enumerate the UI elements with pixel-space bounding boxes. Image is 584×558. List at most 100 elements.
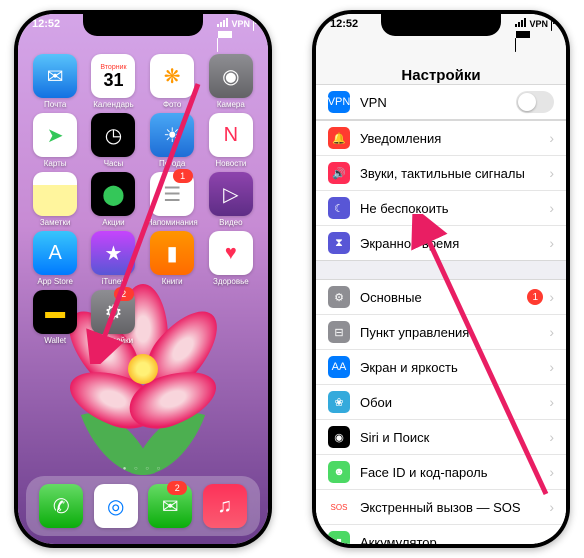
- app-Новости[interactable]: NНовости: [206, 113, 256, 168]
- app-label: Новости: [215, 159, 246, 168]
- chevron-right-icon: ›: [549, 499, 554, 515]
- settings-row[interactable]: 🔊Звуки, тактильные сигналы›: [316, 156, 566, 191]
- app-Календарь[interactable]: Вторник31Календарь: [88, 54, 138, 109]
- app-icon: [33, 172, 77, 216]
- app-Карты[interactable]: ➤ Карты: [30, 113, 80, 168]
- chevron-right-icon: ›: [549, 200, 554, 216]
- app-icon: ★: [91, 231, 135, 275]
- row-icon: ❀: [328, 391, 350, 413]
- row-label: Обои: [360, 395, 549, 410]
- app-Книги[interactable]: ▮Книги: [147, 231, 198, 286]
- chevron-right-icon: ›: [549, 464, 554, 480]
- row-label: Звуки, тактильные сигналы: [360, 166, 549, 181]
- app-label: Погода: [159, 159, 185, 168]
- row-badge: 1: [527, 289, 543, 305]
- row-icon: ◉: [328, 426, 350, 448]
- row-label: VPN: [360, 95, 516, 110]
- app-icon: ✉: [33, 54, 77, 98]
- app-Фото[interactable]: ❋ Фото: [147, 54, 198, 109]
- dock-badge: 2: [167, 481, 187, 495]
- row-label: Уведомления: [360, 131, 549, 146]
- app-Камера[interactable]: ◉Камера: [206, 54, 256, 109]
- dock-phone[interactable]: ✆: [39, 484, 83, 528]
- app-Напоминания[interactable]: ☰Напоминания1: [147, 172, 198, 227]
- chevron-right-icon: ›: [549, 130, 554, 146]
- app-Настройки[interactable]: ⚙Настройки2: [88, 290, 138, 345]
- app-icon: ▬: [33, 290, 77, 334]
- settings-row[interactable]: ◉ Siri и Поиск›: [316, 420, 566, 455]
- chevron-right-icon: ›: [549, 324, 554, 340]
- chevron-right-icon: ›: [549, 165, 554, 181]
- app-Wallet[interactable]: ▬Wallet: [30, 290, 80, 345]
- chevron-right-icon: ›: [549, 429, 554, 445]
- home-screen: 12:52 VPN ✉ Почта Вторник31Календарь ❋ Фото ◉…: [18, 14, 268, 544]
- settings-row[interactable]: ⊟Пункт управления›: [316, 315, 566, 350]
- app-label: Акции: [102, 218, 124, 227]
- row-label: Пункт управления: [360, 325, 549, 340]
- app-icon: ❋: [150, 54, 194, 98]
- status-right: VPN: [217, 18, 254, 36]
- app-iTunes[interactable]: ★iTunes: [88, 231, 138, 286]
- notch: [381, 14, 501, 36]
- notch: [83, 14, 203, 36]
- status-time: 12:52: [32, 18, 60, 36]
- vpn-icon: VPN: [328, 91, 350, 113]
- app-Здоровье[interactable]: ♥Здоровье: [206, 231, 256, 286]
- app-icon: A: [33, 231, 77, 275]
- app-Почта[interactable]: ✉ Почта: [30, 54, 80, 109]
- row-icon: ☾: [328, 197, 350, 219]
- settings-row[interactable]: ☾ Не беспокоить›: [316, 191, 566, 226]
- row-label: Face ID и код-пароль: [360, 465, 549, 480]
- phone-home: 12:52 VPN ✉ Почта Вторник31Календарь ❋ Фото ◉…: [14, 10, 272, 548]
- phone-settings: 12:52 VPN Настройки VPN VPN 🔔Уведомления…: [312, 10, 570, 548]
- settings-group: 🔔Уведомления›🔊Звуки, тактильные сигналы›…: [316, 120, 566, 261]
- dock-icon: ✆: [39, 484, 83, 528]
- settings-row[interactable]: ⚙Основные1›: [316, 280, 566, 315]
- app-label: Часы: [104, 159, 124, 168]
- settings-row[interactable]: 🔔Уведомления›: [316, 121, 566, 156]
- row-icon: ☻: [328, 461, 350, 483]
- app-App Store[interactable]: A App Store: [30, 231, 80, 286]
- dock-messages[interactable]: ✉2: [148, 484, 192, 528]
- status-time: 12:52: [330, 18, 358, 36]
- dock: ✆◎✉2♫: [26, 476, 260, 536]
- vpn-toggle[interactable]: [516, 91, 554, 113]
- app-Погода[interactable]: ☀ Погода: [147, 113, 198, 168]
- page-dots[interactable]: ● ○ ○ ○: [18, 466, 268, 472]
- app-label: Заметки: [40, 218, 71, 227]
- settings-row[interactable]: SOSЭкстренный вызов — SOS›: [316, 490, 566, 525]
- settings-row[interactable]: ⧗Экранное время›: [316, 226, 566, 260]
- settings-screen: 12:52 VPN Настройки VPN VPN 🔔Уведомления…: [316, 14, 566, 544]
- settings-row[interactable]: ▮Аккумулятор›: [316, 525, 566, 544]
- settings-row[interactable]: ☻ Face ID и код-пароль›: [316, 455, 566, 490]
- chevron-right-icon: ›: [549, 359, 554, 375]
- app-label: Карты: [44, 159, 67, 168]
- app-label: Напоминания: [147, 218, 198, 227]
- app-Видео[interactable]: ▷Видео: [206, 172, 256, 227]
- settings-row[interactable]: AA Экран и яркость›: [316, 350, 566, 385]
- settings-row[interactable]: ❀Обои›: [316, 385, 566, 420]
- dock-safari[interactable]: ◎: [94, 484, 138, 528]
- app-label: Камера: [217, 100, 245, 109]
- settings-list[interactable]: VPN VPN 🔔Уведомления›🔊Звуки, тактильные …: [316, 84, 566, 544]
- row-label: Не беспокоить: [360, 201, 549, 216]
- app-Акции[interactable]: ⬤Акции: [88, 172, 138, 227]
- row-icon: SOS: [328, 496, 350, 518]
- row-label: Siri и Поиск: [360, 430, 549, 445]
- dock-music[interactable]: ♫: [203, 484, 247, 528]
- row-vpn[interactable]: VPN VPN: [316, 85, 566, 119]
- app-icon: ☀: [150, 113, 194, 157]
- dock-icon: ♫: [203, 484, 247, 528]
- app-label: Фото: [163, 100, 181, 109]
- app-icon: ➤: [33, 113, 77, 157]
- app-Заметки[interactable]: Заметки: [30, 172, 80, 227]
- row-label: Экран и яркость: [360, 360, 549, 375]
- chevron-right-icon: ›: [549, 289, 554, 305]
- app-label: App Store: [37, 277, 73, 286]
- row-icon: AA: [328, 356, 350, 378]
- app-label: Почта: [44, 100, 66, 109]
- app-Часы[interactable]: ◷Часы: [88, 113, 138, 168]
- settings-group: ⚙Основные1›⊟Пункт управления›AAЭкран и я…: [316, 279, 566, 544]
- row-label: Основные: [360, 290, 527, 305]
- chevron-right-icon: ›: [549, 235, 554, 251]
